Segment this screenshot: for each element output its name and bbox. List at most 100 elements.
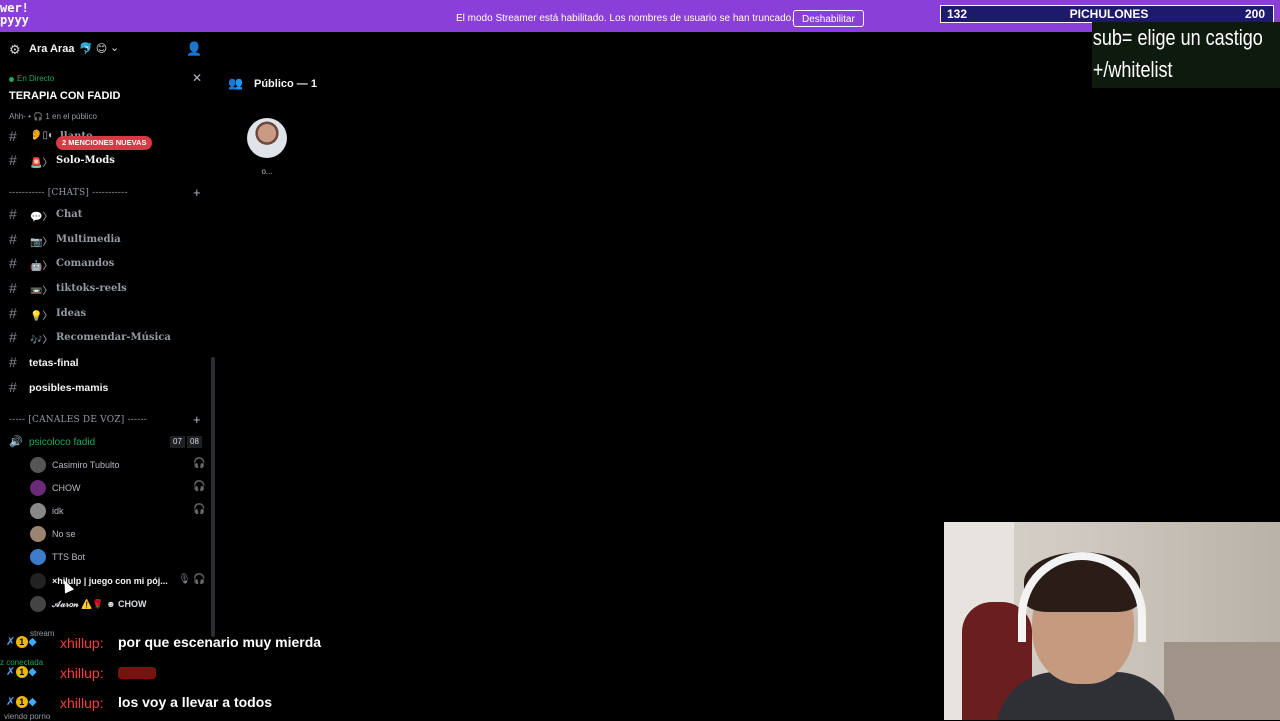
- stage-subtitle: Ahh- • 🎧 1 en el público: [9, 112, 97, 121]
- add-member-icon[interactable]: 👤: [186, 41, 202, 57]
- chat-badges: ✗ 1 ◆: [6, 636, 38, 648]
- chat-badges: ✗ 1 ◆: [6, 696, 38, 708]
- stream-logo: wer! pyyy: [0, 2, 29, 26]
- hash-icon: #: [9, 231, 17, 247]
- overlay-line-1: sub= elige un castigo: [1092, 25, 1263, 50]
- channel-tetas-final[interactable]: # tetas-final: [0, 352, 210, 374]
- counter-goal: 200: [1244, 7, 1265, 21]
- avatar[interactable]: [247, 118, 287, 158]
- chat-text: por que escenario muy mierda: [118, 634, 322, 650]
- hash-icon: #: [9, 354, 17, 370]
- hash-icon: #: [9, 128, 17, 144]
- muted-icon: 🎙: [178, 574, 191, 585]
- channel-comandos[interactable]: # 🤖〉 Comandos: [0, 253, 210, 275]
- category-chats[interactable]: ----------- [CHATS] -----------: [9, 188, 128, 198]
- people-icon: 👥: [228, 76, 243, 90]
- voice-user-count: 07: [170, 436, 185, 448]
- voice-user-name: CHOW: [52, 483, 81, 493]
- channel-emoji: 🤖〉: [30, 261, 53, 272]
- counter-label: PICHULONES: [1069, 7, 1149, 21]
- voice-user[interactable]: idk 🎧: [0, 500, 210, 522]
- channel-sidebar: ⚙ Ara Araa 🐬 😊 ⌄ 👤 En Directo ✕ TERAPIA …: [0, 32, 216, 720]
- hash-icon: #: [9, 206, 17, 222]
- chat-username: xhillup:: [60, 665, 104, 681]
- voice-channel-icon: 🔊: [9, 436, 23, 448]
- voice-channel-name: psicoloco fadid: [29, 437, 96, 448]
- channel-name: Solo-Mods: [56, 155, 115, 166]
- avatar: [30, 503, 46, 519]
- counter-current: 132: [947, 7, 968, 21]
- chat-username: xhillup:: [60, 635, 104, 651]
- voice-user-name: Casimiro Tubulto: [52, 460, 120, 470]
- server-name: Ara Araa: [29, 43, 75, 55]
- server-badges: 🐬 😊: [79, 43, 108, 55]
- channel-emoji: 💡〉: [30, 311, 53, 322]
- channel-tiktoks-reels[interactable]: # 📼〉 tiktoks-reels: [0, 278, 210, 300]
- channel-name: Comandos: [56, 258, 115, 269]
- channel-multimedia[interactable]: # 📷〉 Multimedia: [0, 229, 210, 251]
- webcam-feed: [944, 522, 1280, 720]
- overlay-line-2: +/whitelist: [1092, 57, 1173, 82]
- hash-icon: #: [9, 255, 17, 271]
- channel-name: Multimedia: [56, 234, 121, 245]
- voice-user[interactable]: No se: [0, 523, 210, 545]
- channel-name: Ideas: [56, 308, 87, 319]
- voice-user-name: idk: [52, 506, 64, 516]
- voice-user-name: No se: [52, 529, 76, 539]
- voice-user[interactable]: Casimiro Tubulto 🎧: [0, 454, 210, 476]
- avatar: [30, 526, 46, 542]
- server-header[interactable]: ⚙ Ara Araa 🐬 😊 ⌄ 👤: [0, 32, 216, 68]
- hash-icon: #: [9, 329, 17, 345]
- channel-emoji: 🎶〉: [30, 335, 53, 346]
- add-channel-icon[interactable]: +: [193, 412, 201, 427]
- new-mentions-badge[interactable]: 2 MENCIONES NUEVAS: [56, 136, 153, 150]
- voice-user[interactable]: CHOW 🎧: [0, 477, 210, 499]
- category-voice[interactable]: ----- [CANALES DE VOZ] ------: [9, 415, 147, 425]
- voice-user[interactable]: TTS Bot: [0, 546, 210, 568]
- avatar: [30, 573, 46, 589]
- audience-label: Público — 1: [254, 78, 317, 90]
- add-channel-icon[interactable]: +: [193, 185, 201, 200]
- channel-name: Recomendar-Música: [56, 332, 171, 343]
- logo-line-2: pyyy: [0, 13, 29, 27]
- hash-icon: #: [9, 280, 17, 296]
- channel-solo-mods[interactable]: # 🚨〉 Solo-Mods: [0, 150, 210, 172]
- channel-name: posibles-mamis: [29, 382, 109, 394]
- channel-emoji: 👂▯◐: [30, 130, 54, 141]
- avatar: [30, 596, 46, 612]
- sidebar-scrollbar[interactable]: [211, 357, 215, 637]
- channel-emoji: 📼〉: [30, 286, 53, 297]
- chat-username: xhillup:: [60, 695, 104, 711]
- channel-emoji: 📷〉: [30, 237, 53, 248]
- channel-posibles-mamis[interactable]: # posibles-mamis: [0, 377, 210, 399]
- chat-text: los voy a llevar a todos: [118, 694, 273, 710]
- hash-icon: #: [9, 305, 17, 321]
- command-overlay: sub= elige un castigo +/whitelist: [1092, 22, 1280, 88]
- streamer-mode-message: El modo Streamer está habilitado. Los no…: [456, 13, 794, 24]
- stream-chat-overlay: stream ✗ 1 ◆ xhillup: por que escenario mu…: [0, 629, 420, 721]
- sub-goal-counter: 132 PICHULONES 200: [940, 5, 1274, 23]
- channel-chat[interactable]: # 💬〉 Chat: [0, 204, 210, 226]
- voice-user-limit: 08: [187, 436, 202, 448]
- chevron-down-icon[interactable]: ⌄: [110, 41, 119, 54]
- voice-channel-psicoloco-fadid[interactable]: 🔊 psicoloco fadid 07 08: [0, 434, 210, 452]
- channel-name: Chat: [56, 209, 83, 220]
- channel-name: tetas-final: [29, 357, 79, 369]
- deafened-icon: 🎧: [193, 481, 206, 492]
- channel-recomendar-musica[interactable]: # 🎶〉 Recomendar-Música: [0, 327, 210, 349]
- avatar: [30, 480, 46, 496]
- channel-ideas[interactable]: # 💡〉 Ideas: [0, 303, 210, 325]
- voice-user[interactable]: ×hilulp | juego con mi pój... 🎙 🎧: [0, 570, 210, 592]
- close-icon[interactable]: ✕: [192, 71, 202, 85]
- deafened-icon: 🎧: [193, 504, 206, 515]
- voice-user[interactable]: 𝒜𝒶𝓇𝑜𝓃 ⚠️🌹 ☻ CHOW: [0, 593, 210, 615]
- disable-streamer-mode-button[interactable]: Deshabilitar: [793, 10, 864, 27]
- gear-icon: ⚙: [9, 42, 21, 57]
- hash-icon: #: [9, 152, 17, 168]
- avatar: [30, 549, 46, 565]
- stage-title[interactable]: TERAPIA CON FADID: [9, 90, 120, 102]
- channel-name: tiktoks-reels: [56, 283, 127, 294]
- live-label: En Directo: [17, 74, 55, 83]
- chat-badges: ✗ 1 ◆: [6, 666, 38, 678]
- voice-user-name: 𝒜𝒶𝓇𝑜𝓃 ⚠️🌹 ☻ CHOW: [52, 599, 147, 609]
